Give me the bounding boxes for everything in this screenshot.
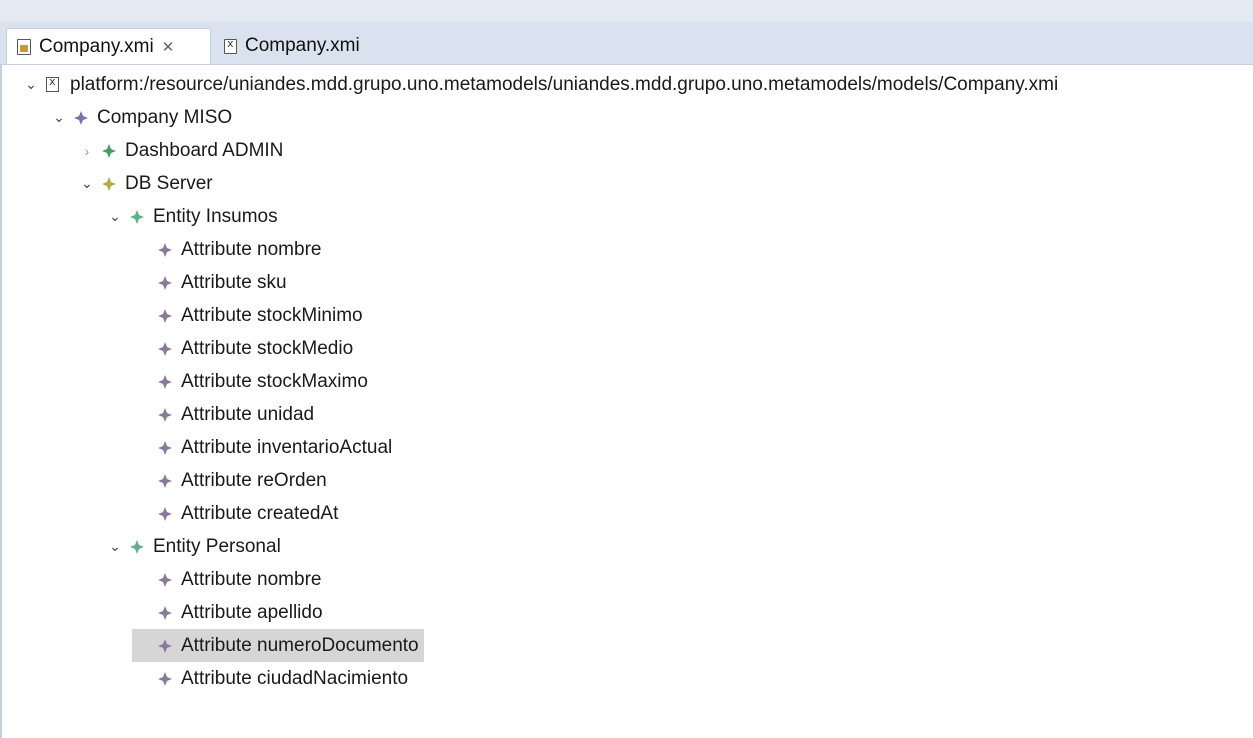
tree-item-entity-insumos[interactable]: ⌄ Entity Insumos xyxy=(0,200,1253,233)
attribute-icon xyxy=(158,374,172,389)
tree-item-label: Attribute inventarioActual xyxy=(181,436,393,458)
tree-item-db-server[interactable]: ⌄ DB Server xyxy=(0,167,1253,200)
tree-item-root[interactable]: ⌄ platform:/resource/uniandes.mdd.grupo.… xyxy=(0,68,1253,101)
tab-company-xmi-editor[interactable]: Company.xmi ✕ xyxy=(6,28,211,64)
attribute-icon xyxy=(158,341,172,356)
tree-item-label: Attribute numeroDocumento xyxy=(180,629,424,662)
tree-item-attribute[interactable]: Attribute apellido xyxy=(0,596,1253,629)
model-editor-icon xyxy=(17,38,31,55)
attribute-icon xyxy=(158,308,172,323)
tree-item-dashboard[interactable]: › Dashboard ADMIN xyxy=(0,134,1253,167)
tree-item-attribute[interactable]: Attribute createdAt xyxy=(0,497,1253,530)
attribute-icon xyxy=(158,242,172,257)
tree-item-attribute[interactable]: Attribute nombre xyxy=(0,233,1253,266)
tree-item-label: Company MISO xyxy=(97,106,233,128)
model-element-icon xyxy=(102,143,116,158)
tree-item-attribute[interactable]: Attribute sku xyxy=(0,266,1253,299)
chevron-right-icon[interactable]: › xyxy=(76,143,98,159)
entity-icon xyxy=(130,209,144,224)
tree-item-label: Attribute stockMaximo xyxy=(181,370,368,392)
close-icon[interactable]: ✕ xyxy=(162,38,175,56)
tree-item-label: Attribute createdAt xyxy=(181,502,339,524)
tree-item-attribute[interactable]: Attribute unidad xyxy=(0,398,1253,431)
chevron-down-icon[interactable]: ⌄ xyxy=(20,76,42,93)
tree-item-entity-personal[interactable]: ⌄ Entity Personal xyxy=(0,530,1253,563)
tree-item-label: Dashboard ADMIN xyxy=(125,139,284,161)
attribute-icon xyxy=(158,572,172,587)
tree-item-attribute[interactable]: Attribute inventarioActual xyxy=(0,431,1253,464)
xml-file-icon xyxy=(224,37,237,54)
tree-item-label: Attribute sku xyxy=(181,271,287,293)
attribute-icon xyxy=(158,473,172,488)
entity-icon xyxy=(130,539,144,554)
tree-item-label: platform:/resource/uniandes.mdd.grupo.un… xyxy=(70,73,1059,95)
attribute-icon xyxy=(154,629,180,662)
chevron-down-icon[interactable]: ⌄ xyxy=(104,538,126,555)
attribute-icon xyxy=(158,275,172,290)
tree-item-label: DB Server xyxy=(125,172,213,194)
tree-item-attribute[interactable]: Attribute reOrden xyxy=(0,464,1253,497)
tree-item-attribute[interactable]: Attribute nombre xyxy=(0,563,1253,596)
attribute-icon xyxy=(158,506,172,521)
tab-company-xmi-xml[interactable]: Company.xmi xyxy=(220,28,360,64)
tree-item-company[interactable]: ⌄ Company MISO xyxy=(0,101,1253,134)
tree-item-label: Entity Insumos xyxy=(153,205,278,227)
tree-item-label: Attribute apellido xyxy=(181,601,323,623)
tree-item-label: Entity Personal xyxy=(153,535,281,557)
tree-item-label: Attribute nombre xyxy=(181,238,322,260)
tree-item-label: Attribute reOrden xyxy=(181,469,327,491)
chevron-down-icon[interactable]: ⌄ xyxy=(48,109,70,126)
attribute-icon xyxy=(158,671,172,686)
tree-item-attribute-selected[interactable]: Attribute numeroDocumento xyxy=(0,629,1253,662)
editor-tab-bar: Company.xmi ✕ Company.xmi xyxy=(0,22,1253,65)
xml-file-icon xyxy=(46,75,59,92)
model-element-icon xyxy=(102,176,116,191)
tree-item-label: Attribute stockMinimo xyxy=(181,304,363,326)
tree-item-attribute[interactable]: Attribute ciudadNacimiento xyxy=(0,662,1253,695)
chevron-down-icon[interactable]: ⌄ xyxy=(104,208,126,225)
model-element-icon xyxy=(74,110,88,125)
attribute-icon xyxy=(158,407,172,422)
attribute-icon xyxy=(158,605,172,620)
tree-item-label: Attribute nombre xyxy=(181,568,322,590)
tree-item-label: Attribute unidad xyxy=(181,403,315,425)
tab-label: Company.xmi xyxy=(39,35,154,57)
tree-item-label: Attribute stockMedio xyxy=(181,337,354,359)
window-top-strip xyxy=(0,0,1253,22)
tree-item-attribute[interactable]: Attribute stockMedio xyxy=(0,332,1253,365)
tab-label: Company.xmi xyxy=(245,35,360,56)
tree-item-attribute[interactable]: Attribute stockMinimo xyxy=(0,299,1253,332)
chevron-down-icon[interactable]: ⌄ xyxy=(76,175,98,192)
tree-item-attribute[interactable]: Attribute stockMaximo xyxy=(0,365,1253,398)
tree-item-label: Attribute ciudadNacimiento xyxy=(181,667,409,689)
attribute-icon xyxy=(158,440,172,455)
